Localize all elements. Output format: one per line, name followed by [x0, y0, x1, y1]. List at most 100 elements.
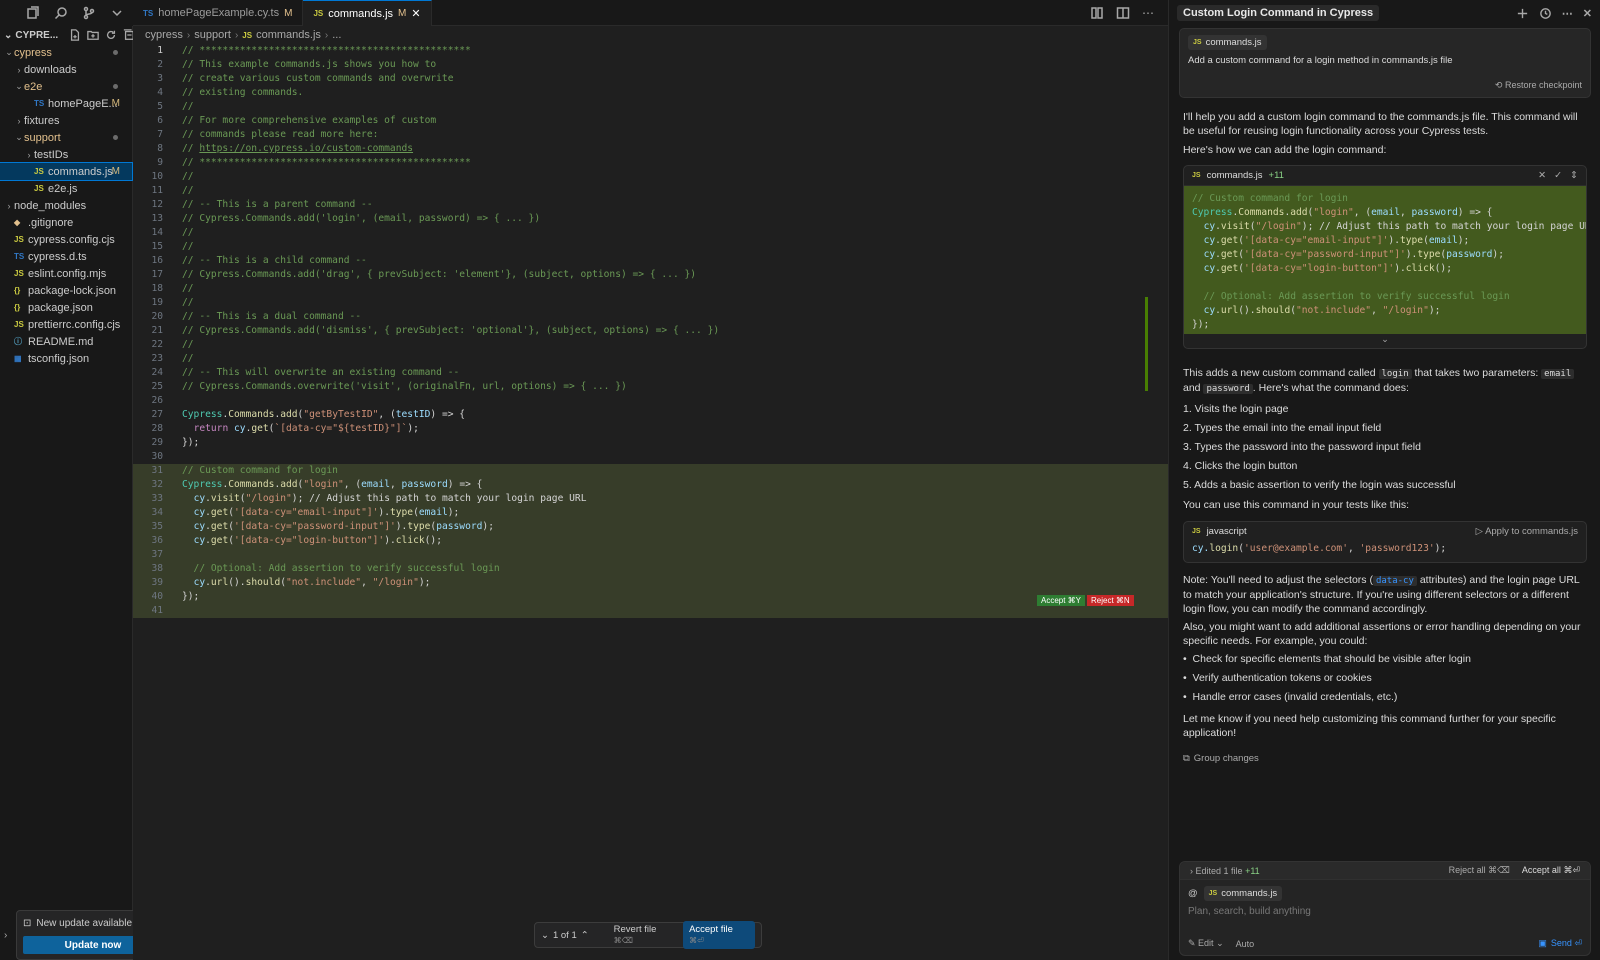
mention-icon[interactable]: @ — [1188, 888, 1198, 899]
folder-item[interactable]: › downloads — [0, 61, 132, 78]
change-pager[interactable]: ⌄ 1 of 1 ⌃ — [541, 930, 608, 941]
context-chip[interactable]: JS commands.js — [1188, 35, 1267, 50]
code-line[interactable]: 34 cy.get('[data-cy="email-input"]').typ… — [133, 506, 1168, 520]
split-editor-icon[interactable] — [1116, 6, 1130, 20]
code-line[interactable]: 33 cy.visit("/login"); // Adjust this pa… — [133, 492, 1168, 506]
code-line[interactable]: 5 // — [133, 100, 1168, 114]
chevron-down-icon[interactable] — [110, 6, 124, 20]
code-line[interactable]: 10 // — [133, 170, 1168, 184]
code-line[interactable]: 40}); — [133, 590, 1168, 604]
breadcrumb-cypress[interactable]: cypress — [145, 29, 183, 41]
code-line[interactable]: 3 // create various custom commands and o… — [133, 72, 1168, 86]
folder-item[interactable]: ⌄ cypress — [0, 44, 132, 61]
source-control-icon[interactable] — [82, 6, 96, 20]
file-item[interactable]: JS e2e.js — [0, 180, 132, 197]
code-line[interactable]: 29}); — [133, 436, 1168, 450]
new-folder-icon[interactable] — [87, 29, 99, 41]
breadcrumb-file[interactable]: commands.js — [256, 29, 321, 41]
accept-all-button[interactable]: Accept all ⌘⏎ — [1522, 865, 1580, 876]
compare-changes-icon[interactable] — [1090, 6, 1104, 20]
user-message[interactable]: JS commands.js Add a custom command for a… — [1179, 28, 1591, 98]
folder-item[interactable]: › node_modules — [0, 197, 132, 214]
refresh-icon[interactable] — [105, 29, 117, 41]
folder-item[interactable]: ⌄ support — [0, 129, 132, 146]
more-actions-icon[interactable]: ⋯ — [1142, 6, 1154, 20]
file-item[interactable]: {} package.json — [0, 299, 132, 316]
accept-file-button[interactable]: Accept file ⌘⏎ — [683, 921, 755, 949]
code-line[interactable]: 38 // Optional: Add assertion to verify … — [133, 562, 1168, 576]
revert-file-button[interactable]: Revert file ⌘⌫ — [614, 924, 677, 946]
code-line[interactable]: 20 // -- This is a dual command -- — [133, 310, 1168, 324]
code-line[interactable]: 37 — [133, 548, 1168, 562]
expand-icon[interactable]: ⇕ — [1570, 170, 1578, 181]
code-line[interactable]: 8 // https://on.cypress.io/custom-command… — [133, 142, 1168, 156]
plus-icon[interactable] — [1516, 7, 1529, 20]
code-editor[interactable]: 1 // ************************************… — [133, 44, 1168, 960]
file-item[interactable]: JS eslint.config.mjs — [0, 265, 132, 282]
close-icon[interactable]: ✕ — [411, 7, 420, 20]
chevron-down-icon[interactable]: ⌄ — [1184, 334, 1586, 348]
chevron-up-icon[interactable]: ⌃ — [581, 930, 589, 941]
apply-button[interactable]: ▷ Apply to commands.js — [1476, 526, 1578, 537]
accept-change-button[interactable]: Accept ⌘Y — [1037, 595, 1086, 606]
code-line[interactable]: 1 // ************************************… — [133, 44, 1168, 58]
image-icon[interactable]: ▣ — [1538, 938, 1547, 949]
code-line[interactable]: 31 // Custom command for login — [133, 464, 1168, 478]
code-line[interactable]: 23 // — [133, 352, 1168, 366]
code-line[interactable]: 30 — [133, 450, 1168, 464]
chevron-right-icon[interactable]: › — [4, 930, 7, 941]
history-icon[interactable] — [1539, 7, 1552, 20]
check-icon[interactable]: ✓ — [1554, 170, 1562, 181]
restore-checkpoint-button[interactable]: ⟲ Restore checkpoint — [1495, 80, 1582, 91]
chat-title[interactable]: Custom Login Command in Cypress — [1177, 5, 1380, 21]
search-icon[interactable] — [54, 6, 68, 20]
file-item[interactable]: JS prettierrc.config.cjs — [0, 316, 132, 333]
edited-files-bar[interactable]: › Edited 1 file +11 Reject all ⌘⌫ Accept… — [1180, 862, 1590, 880]
chevron-right-icon[interactable]: › — [1190, 866, 1193, 876]
file-item[interactable]: JS cypress.config.cjs — [0, 231, 132, 248]
code-line[interactable]: 13 // Cypress.Commands.add('login', (emai… — [133, 212, 1168, 226]
file-item[interactable]: ▦ tsconfig.json — [0, 350, 132, 367]
code-line[interactable]: 24 // -- This will overwrite an existing … — [133, 366, 1168, 380]
context-chip[interactable]: JS commands.js — [1203, 886, 1283, 901]
explorer-header[interactable]: ⌄ CYPRE... — [0, 26, 135, 44]
file-item[interactable]: JS commands.js M — [0, 162, 133, 181]
code-line[interactable]: 41 — [133, 604, 1168, 618]
file-item[interactable]: ◆ .gitignore — [0, 214, 132, 231]
code-line[interactable]: 18 // — [133, 282, 1168, 296]
folder-item[interactable]: › fixtures — [0, 112, 132, 129]
code-line[interactable]: 28 return cy.get(`[data-cy="${testID}"]`… — [133, 422, 1168, 436]
chevron-down-icon[interactable]: ⌄ — [541, 930, 549, 941]
code-line[interactable]: 27 Cypress.Commands.add("getByTestID", (t… — [133, 408, 1168, 422]
close-icon[interactable]: ✕ — [1538, 170, 1546, 181]
close-icon[interactable]: ✕ — [1583, 7, 1592, 20]
breadcrumb-support[interactable]: support — [194, 29, 231, 41]
explorer-icon[interactable] — [26, 6, 40, 20]
code-line[interactable]: 35 cy.get('[data-cy="password-input"]').… — [133, 520, 1168, 534]
code-line[interactable]: 6 // For more comprehensive examples of c… — [133, 114, 1168, 128]
more-actions-icon[interactable]: ⋯ — [1562, 7, 1573, 20]
code-line[interactable]: 39 cy.url().should("not.include", "/logi… — [133, 576, 1168, 590]
code-line[interactable]: 2 // This example commands.js shows you h… — [133, 58, 1168, 72]
reject-all-button[interactable]: Reject all ⌘⌫ — [1449, 865, 1510, 876]
folder-item[interactable]: › testIDs — [0, 146, 132, 163]
code-line[interactable]: 21 // Cypress.Commands.add('dismiss', { p… — [133, 324, 1168, 338]
code-line[interactable]: 7 // commands please read more here: — [133, 128, 1168, 142]
file-item[interactable]: TS homePageE... M — [0, 95, 132, 112]
code-line[interactable]: 9 // ************************************… — [133, 156, 1168, 170]
chat-input[interactable]: Plan, search, build anything — [1188, 906, 1311, 917]
link[interactable]: https://on.cypress.io/custom-commands — [199, 143, 413, 154]
tab-commands-js[interactable]: JS commands.js M ✕ — [303, 0, 432, 26]
send-button[interactable]: Send ⏎ — [1551, 938, 1582, 949]
code-line[interactable]: 22 // — [133, 338, 1168, 352]
reject-change-button[interactable]: Reject ⌘N — [1087, 595, 1134, 606]
code-line[interactable]: 4 // existing commands. — [133, 86, 1168, 100]
code-line[interactable]: 26 — [133, 394, 1168, 408]
code-line[interactable]: 17 // Cypress.Commands.add('drag', { prev… — [133, 268, 1168, 282]
group-changes[interactable]: ⧉ Group changes — [1183, 753, 1259, 764]
code-line[interactable]: 14 // — [133, 226, 1168, 240]
code-line[interactable]: 15 // — [133, 240, 1168, 254]
code-line[interactable]: 32 Cypress.Commands.add("login", (email, … — [133, 478, 1168, 492]
new-file-icon[interactable] — [69, 29, 81, 41]
folder-item[interactable]: ⌄ e2e — [0, 78, 132, 95]
